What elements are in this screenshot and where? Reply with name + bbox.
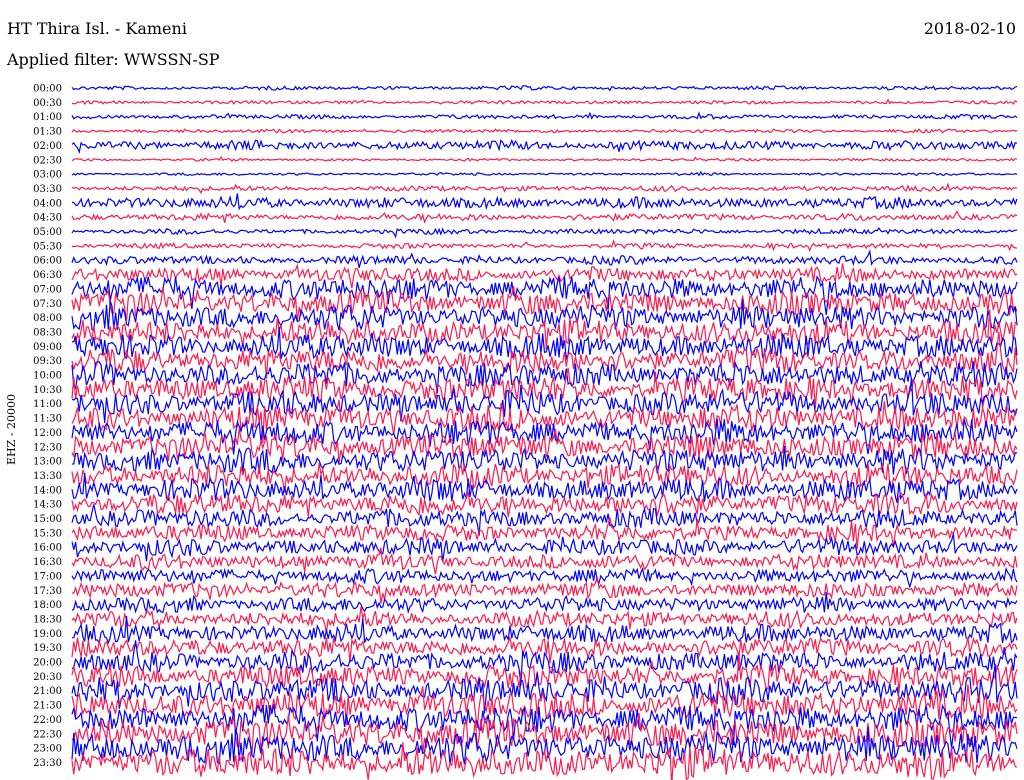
time-tick-label: 14:00 <box>33 485 62 496</box>
time-tick-label: 03:30 <box>33 184 62 195</box>
trace-line-2330 <box>71 742 1018 780</box>
time-tick-label: 16:30 <box>33 557 62 568</box>
trace-line-0200 <box>71 138 1018 154</box>
time-tick-label: 13:00 <box>33 457 62 468</box>
trace-line-1800 <box>71 592 1018 615</box>
time-tick-label: 01:00 <box>33 112 62 123</box>
time-tick-label: 15:00 <box>33 514 62 525</box>
time-tick-label: 12:00 <box>33 428 62 439</box>
trace-line-0400 <box>71 193 1018 211</box>
trace-line-0430 <box>71 210 1018 224</box>
trace-line-0830 <box>71 309 1018 350</box>
time-tick-label: 19:30 <box>33 643 62 654</box>
time-tick-label: 17:30 <box>33 586 62 597</box>
time-tick-label: 05:30 <box>33 241 62 252</box>
time-tick-label: 02:30 <box>33 155 62 166</box>
time-tick-label: 20:30 <box>33 672 62 683</box>
time-tick-label: 19:00 <box>33 629 62 640</box>
time-tick-label: 22:30 <box>33 729 62 740</box>
time-tick-label: 22:00 <box>33 715 62 726</box>
seismogram: 00:00 00:30 01:00 01:30 02:00 02:30 03:00 03:30… <box>33 84 1018 780</box>
time-tick-label: 04:30 <box>33 213 62 224</box>
time-tick-label: 09:00 <box>33 342 62 353</box>
time-tick-label: 11:00 <box>33 399 62 410</box>
trace-line-0930 <box>71 331 1018 379</box>
time-tick-label: 15:30 <box>33 528 62 539</box>
trace-line-0300 <box>71 170 1018 177</box>
trace-line-1730 <box>71 576 1018 604</box>
time-tick-label: 07:30 <box>33 299 62 310</box>
time-tick-label: 11:30 <box>33 414 62 425</box>
time-tick-label: 08:30 <box>33 327 62 338</box>
time-tick-label: 14:30 <box>33 500 62 511</box>
time-tick-label: 13:30 <box>33 471 62 482</box>
time-tick-label: 23:30 <box>33 758 62 769</box>
time-tick-label: 23:00 <box>33 744 62 755</box>
time-tick-label: 18:30 <box>33 614 62 625</box>
trace-line-1030 <box>71 367 1018 409</box>
trace-line-0730 <box>71 285 1018 321</box>
time-tick-label: 12:30 <box>33 442 62 453</box>
trace-line-0230 <box>71 155 1018 162</box>
time-tick-label: 16:00 <box>33 543 62 554</box>
time-tick-label: 02:00 <box>33 141 62 152</box>
time-tick-label: 20:00 <box>33 658 62 669</box>
trace-line-0530 <box>71 239 1018 253</box>
trace-line-0130 <box>71 128 1018 134</box>
time-tick-label: 00:00 <box>33 84 62 95</box>
trace-line-0330 <box>71 182 1018 195</box>
trace-line-1630 <box>71 547 1018 575</box>
time-tick-label: 21:30 <box>33 701 62 712</box>
trace-line-0000 <box>71 85 1018 92</box>
time-tick-label: 06:00 <box>33 256 62 267</box>
time-tick-label: 21:00 <box>33 686 62 697</box>
time-tick-label: 01:30 <box>33 127 62 138</box>
time-tick-label: 05:00 <box>33 227 62 238</box>
trace-line-0500 <box>71 227 1018 239</box>
time-tick-label: 18:00 <box>33 600 62 611</box>
time-tick-label: 04:00 <box>33 198 62 209</box>
time-tick-label: 10:00 <box>33 371 62 382</box>
trace-line-0100 <box>71 111 1018 121</box>
time-tick-label: 03:00 <box>33 170 62 181</box>
time-tick-label: 09:30 <box>33 356 62 367</box>
time-tick-label: 08:00 <box>33 313 62 324</box>
time-tick-label: 17:00 <box>33 571 62 582</box>
trace-line-0030 <box>71 98 1018 106</box>
time-tick-label: 07:00 <box>33 284 62 295</box>
time-tick-label: 00:30 <box>33 98 62 109</box>
time-tick-label: 06:30 <box>33 270 62 281</box>
time-tick-label: 10:30 <box>33 385 62 396</box>
trace-line-0600 <box>71 248 1018 269</box>
